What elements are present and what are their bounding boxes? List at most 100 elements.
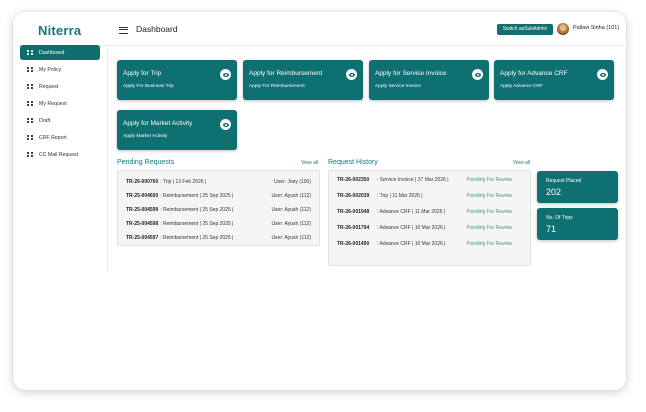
request-detail: : Advance CRF | 11 Mar 2026 | bbox=[377, 209, 446, 215]
eye-icon[interactable] bbox=[472, 69, 483, 80]
stat-label: Request Placed bbox=[546, 178, 582, 184]
grid-icon bbox=[27, 49, 33, 56]
stat-request-placed: Request Placed 202 bbox=[537, 171, 618, 203]
request-user: User: Ayush (112) bbox=[271, 193, 311, 199]
request-history-title: Request History bbox=[328, 159, 378, 166]
user-name[interactable]: Pallavi Sinha (101) bbox=[573, 25, 619, 31]
avatar[interactable] bbox=[557, 23, 569, 35]
grid-icon bbox=[27, 117, 33, 124]
list-item[interactable]: TR-26-002350 : Service Invoice | 27 Mar … bbox=[337, 176, 512, 184]
sidebar-item-draft[interactable]: Draft bbox=[20, 113, 100, 128]
card-title: Apply for Reimbursement bbox=[249, 70, 323, 77]
sidebar-item-my-policy[interactable]: My Policy bbox=[20, 62, 100, 77]
list-item[interactable]: TR-26-000760 : Trip | 13 Feb 2026 | User… bbox=[126, 178, 311, 186]
apply-reimbursement-card[interactable]: Apply for Reimbursement Apply For Reimbu… bbox=[243, 60, 363, 100]
sidebar-item-dashboard[interactable]: Dashboard bbox=[20, 45, 100, 60]
pending-view-all-link[interactable]: View all bbox=[301, 160, 318, 166]
card-title: Apply for Advance CRF bbox=[500, 70, 568, 77]
request-id: TR-26-001490 bbox=[337, 241, 370, 247]
apply-market-activity-card[interactable]: Apply for Market Activity Apply Market A… bbox=[117, 110, 237, 150]
request-id: TR-25-004597 bbox=[126, 235, 159, 241]
stat-label: No. Of Trips bbox=[546, 215, 573, 221]
request-id: TR-25-004600 bbox=[126, 193, 159, 199]
list-item[interactable]: TR-25-004599 : Reimbursement | 25 Sep 20… bbox=[126, 206, 311, 214]
menu-icon[interactable] bbox=[119, 27, 128, 34]
card-title: Apply for Trip bbox=[123, 70, 162, 77]
request-history-panel: TR-26-002350 : Service Invoice | 27 Mar … bbox=[328, 170, 531, 266]
grid-icon bbox=[27, 100, 33, 107]
card-title: Apply for Service Invoice bbox=[375, 70, 447, 77]
request-detail: : Advance CRF | 10 Mar 2026 | bbox=[377, 225, 446, 231]
request-user: User: Ayush (112) bbox=[271, 221, 311, 227]
list-item[interactable]: TR-26-002039 : Trip | 11 Mar 2026 | Pend… bbox=[337, 192, 512, 200]
eye-icon[interactable] bbox=[597, 69, 608, 80]
request-user: User: Joey (100) bbox=[274, 179, 311, 185]
apply-trip-card[interactable]: Apply for Trip Apply For Business Trip bbox=[117, 60, 237, 100]
grid-icon bbox=[27, 151, 33, 158]
app-window: Niterra Dashboard Switch asSubAdmin Pall… bbox=[13, 12, 626, 390]
sidebar-item-label: CRF Report bbox=[39, 134, 67, 141]
request-id: TR-25-004599 bbox=[126, 207, 159, 213]
status-badge: Pending For Review bbox=[467, 193, 513, 199]
sidebar-item-label: My Request bbox=[39, 100, 67, 107]
page-title: Dashboard bbox=[136, 24, 178, 34]
request-id: TR-26-001794 bbox=[337, 225, 370, 231]
sidebar-item-label: Draft bbox=[39, 117, 51, 124]
sidebar-item-cc-mail-request[interactable]: CC Mail Request bbox=[20, 147, 100, 162]
request-id: TR-26-001948 bbox=[337, 209, 370, 215]
stat-value: 202 bbox=[546, 187, 562, 197]
request-detail: : Service Invoice | 27 Mar 2026 | bbox=[377, 177, 449, 183]
card-title: Apply for Market Activity bbox=[123, 120, 193, 127]
card-subtitle: Apply Service Invoice bbox=[375, 84, 421, 89]
sidebar-item-crf-report[interactable]: CRF Report bbox=[20, 130, 100, 145]
list-item[interactable]: TR-26-001794 : Advance CRF | 10 Mar 2026… bbox=[337, 224, 512, 232]
status-badge: Pending For Review bbox=[467, 209, 513, 215]
header-divider bbox=[13, 45, 626, 46]
list-item[interactable]: TR-25-004597 : Reimbursement | 25 Sep 20… bbox=[126, 234, 311, 242]
request-detail: : Reimbursement | 25 Sep 2025 | bbox=[160, 207, 234, 213]
sidebar-item-label: CC Mail Request bbox=[39, 151, 79, 158]
request-id: TR-26-002039 bbox=[337, 193, 370, 199]
status-badge: Pending For Review bbox=[467, 225, 513, 231]
request-detail: : Reimbursement | 25 Sep 2025 | bbox=[160, 193, 234, 199]
card-subtitle: Apply For Reimbursement bbox=[249, 84, 305, 89]
request-user: User: Ayush (112) bbox=[271, 235, 311, 241]
status-badge: Pending For Review bbox=[467, 177, 513, 183]
switch-role-button[interactable]: Switch asSubAdmin bbox=[497, 24, 553, 35]
logo: Niterra bbox=[38, 23, 82, 38]
request-user: User: Ayush (112) bbox=[271, 207, 311, 213]
request-detail: : Trip | 13 Feb 2026 | bbox=[160, 179, 207, 185]
history-view-all-link[interactable]: View all bbox=[513, 160, 530, 166]
card-subtitle: Apply For Business Trip bbox=[123, 84, 174, 89]
eye-icon[interactable] bbox=[220, 69, 231, 80]
request-detail: : Reimbursement | 25 Sep 2025 | bbox=[160, 235, 234, 241]
sidebar-item-request[interactable]: Request bbox=[20, 79, 100, 94]
eye-icon[interactable] bbox=[220, 119, 231, 130]
card-subtitle: Apply Market Activity bbox=[123, 134, 168, 139]
list-item[interactable]: TR-26-001490 : Advance CRF | 10 Mar 2026… bbox=[337, 240, 512, 248]
list-item[interactable]: TR-26-001948 : Advance CRF | 11 Mar 2026… bbox=[337, 208, 512, 216]
list-item[interactable]: TR-25-004598 : Reimbursement | 25 Sep 20… bbox=[126, 220, 311, 228]
grid-icon bbox=[27, 83, 33, 90]
list-item[interactable]: TR-25-004600 : Reimbursement | 25 Sep 20… bbox=[126, 192, 311, 200]
status-badge: Pending For Review bbox=[467, 241, 513, 247]
request-id: TR-26-000760 bbox=[126, 179, 159, 185]
request-detail: : Advance CRF | 10 Mar 2026 | bbox=[377, 241, 446, 247]
apply-service-invoice-card[interactable]: Apply for Service Invoice Apply Service … bbox=[369, 60, 489, 100]
grid-icon bbox=[27, 134, 33, 141]
apply-advance-crf-card[interactable]: Apply for Advance CRF Apply Advance CRF bbox=[494, 60, 614, 100]
pending-requests-panel: TR-26-000760 : Trip | 13 Feb 2026 | User… bbox=[117, 170, 320, 246]
sidebar-item-label: Dashboard bbox=[39, 49, 65, 56]
request-id: TR-25-004598 bbox=[126, 221, 159, 227]
eye-icon[interactable] bbox=[346, 69, 357, 80]
request-detail: : Trip | 11 Mar 2026 | bbox=[377, 193, 423, 199]
stat-value: 71 bbox=[546, 224, 557, 234]
request-detail: : Reimbursement | 25 Sep 2025 | bbox=[160, 221, 234, 227]
request-id: TR-26-002350 bbox=[337, 177, 370, 183]
pending-requests-title: Pending Requests bbox=[117, 159, 175, 166]
card-subtitle: Apply Advance CRF bbox=[500, 84, 543, 89]
sidebar-item-label: My Policy bbox=[39, 66, 62, 73]
sidebar-item-label: Request bbox=[39, 83, 59, 90]
sidebar-item-my-request[interactable]: My Request bbox=[20, 96, 100, 111]
stat-no-of-trips: No. Of Trips 71 bbox=[537, 208, 618, 240]
